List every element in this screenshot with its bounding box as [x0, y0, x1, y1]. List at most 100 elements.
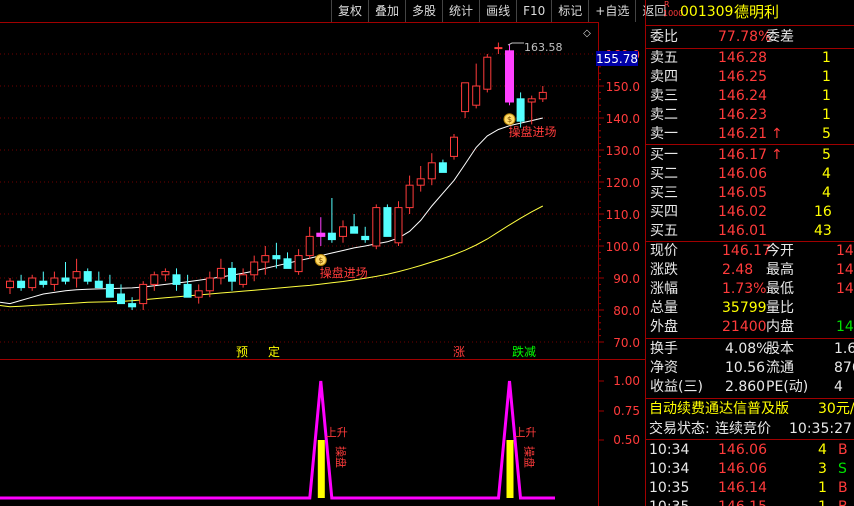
stat-value-2: 14: [836, 243, 854, 259]
high-annotation: 163.58: [507, 41, 563, 54]
candle[interactable]: [261, 246, 270, 275]
candle[interactable]: [383, 204, 392, 237]
weicha-label: 委差: [766, 29, 794, 45]
candle[interactable]: [128, 297, 137, 310]
bid-row: 买三 146.05 4: [646, 184, 854, 203]
ask-price: 146.25: [718, 69, 767, 85]
candle-body-down: [39, 280, 48, 285]
ma-short-layer: [0, 117, 543, 305]
stock-code[interactable]: 001309: [680, 3, 733, 22]
candle[interactable]: [283, 252, 292, 269]
ask-price: 146.28: [718, 50, 767, 66]
candle-body-down: [272, 255, 281, 260]
candle-body-up: [239, 274, 248, 285]
candle[interactable]: [472, 63, 481, 109]
candle[interactable]: [228, 262, 236, 291]
candle[interactable]: [250, 255, 259, 282]
candle[interactable]: [538, 86, 547, 102]
candle[interactable]: [427, 153, 436, 186]
candle[interactable]: [83, 268, 92, 285]
candle-body-up: [394, 207, 403, 244]
stat-row: 总量 35799 量比: [646, 299, 854, 318]
candle-body-down: [350, 226, 359, 234]
candle[interactable]: [416, 166, 425, 192]
candle[interactable]: [438, 159, 447, 173]
kline-chart[interactable]: ◇ 160.0150.0140.0130.0120.0110.0100.090.…: [0, 0, 646, 506]
candle[interactable]: [339, 220, 347, 243]
bid-row: 买四 146.02 16: [646, 203, 854, 222]
ask-row: 卖二 146.23 1: [646, 106, 854, 125]
ad-row[interactable]: 自动续费通达信普及版 30元/: [646, 400, 854, 419]
candle[interactable]: [450, 134, 458, 160]
diamond-icon[interactable]: ◇: [583, 28, 591, 39]
candle[interactable]: [239, 268, 248, 288]
candle[interactable]: [294, 249, 303, 275]
candle[interactable]: [272, 242, 281, 269]
ad-text[interactable]: 自动续费通达信普及版: [649, 400, 789, 419]
ask-price: 146.24: [718, 88, 767, 104]
candle[interactable]: [161, 268, 170, 282]
signal-label: 操盘进场: [320, 265, 368, 280]
osc-tick-050: 0.50: [613, 433, 640, 447]
candle[interactable]: [327, 198, 336, 243]
candle[interactable]: [183, 274, 192, 298]
candle-body-up: [205, 277, 214, 292]
y-tick-label: 100.0: [606, 240, 640, 254]
bid-label: 买四: [650, 204, 678, 220]
candle[interactable]: [72, 258, 81, 288]
candle-body-up: [483, 56, 492, 90]
candle[interactable]: [150, 271, 159, 291]
signal-marker[interactable]: $操盘进场: [314, 254, 368, 281]
candle[interactable]: [350, 214, 359, 234]
candle[interactable]: [17, 274, 26, 291]
ad-price[interactable]: 30元/: [818, 400, 854, 419]
stock-name[interactable]: 德明利: [734, 3, 779, 22]
osc-bar: [317, 440, 325, 498]
candle[interactable]: [28, 274, 37, 291]
candle[interactable]: [361, 226, 370, 243]
stat-value: 35799: [722, 300, 767, 316]
candle[interactable]: [117, 284, 125, 305]
stat-label-2: 量比: [766, 300, 794, 316]
candle[interactable]: [61, 262, 70, 285]
candle[interactable]: [94, 271, 103, 289]
candle[interactable]: [372, 204, 381, 250]
candle[interactable]: [394, 201, 403, 246]
candle[interactable]: [461, 82, 470, 118]
candle[interactable]: [305, 226, 314, 259]
candle[interactable]: [216, 258, 225, 285]
candle-body-up: [339, 226, 347, 237]
status-value: 连续竞价: [715, 421, 771, 437]
ma-short-line: [0, 117, 543, 305]
signal-layer: $操盘进场$操盘进场: [314, 113, 557, 281]
candle[interactable]: [172, 268, 181, 291]
candle[interactable]: [494, 42, 503, 54]
tick-price: 146.06: [718, 442, 767, 458]
candle[interactable]: [405, 175, 414, 214]
bid-volume: 5: [822, 147, 831, 163]
weibi-value: 77.78%: [718, 29, 772, 45]
stat2-value-2: 876: [834, 360, 854, 376]
candle[interactable]: [505, 44, 514, 106]
candle[interactable]: [483, 54, 492, 93]
ask-row: 卖一 146.21 ↑ 5: [646, 125, 854, 144]
candle-body-up: [472, 85, 481, 106]
candle-body-up: [150, 274, 159, 285]
tick-side: B: [838, 498, 848, 506]
marker-diejian: 跌减: [512, 344, 536, 359]
stat2-label-2: 流通: [766, 360, 794, 376]
candle-body-up: [405, 184, 414, 209]
candle[interactable]: [139, 281, 148, 310]
candle[interactable]: [50, 271, 59, 291]
bid-price: 146.06: [718, 166, 767, 182]
candle[interactable]: [6, 278, 14, 294]
candle[interactable]: [39, 271, 48, 288]
candle-body-signal: [316, 232, 326, 237]
candle[interactable]: [316, 217, 326, 246]
candle[interactable]: [194, 284, 203, 304]
bid-volume: 16: [814, 204, 832, 220]
money-bag-glyph: $: [507, 115, 512, 124]
bid-row: 买二 146.06 4: [646, 165, 854, 184]
up-arrow-icon: ↑: [771, 147, 783, 163]
bid-price: 146.01: [718, 223, 767, 239]
